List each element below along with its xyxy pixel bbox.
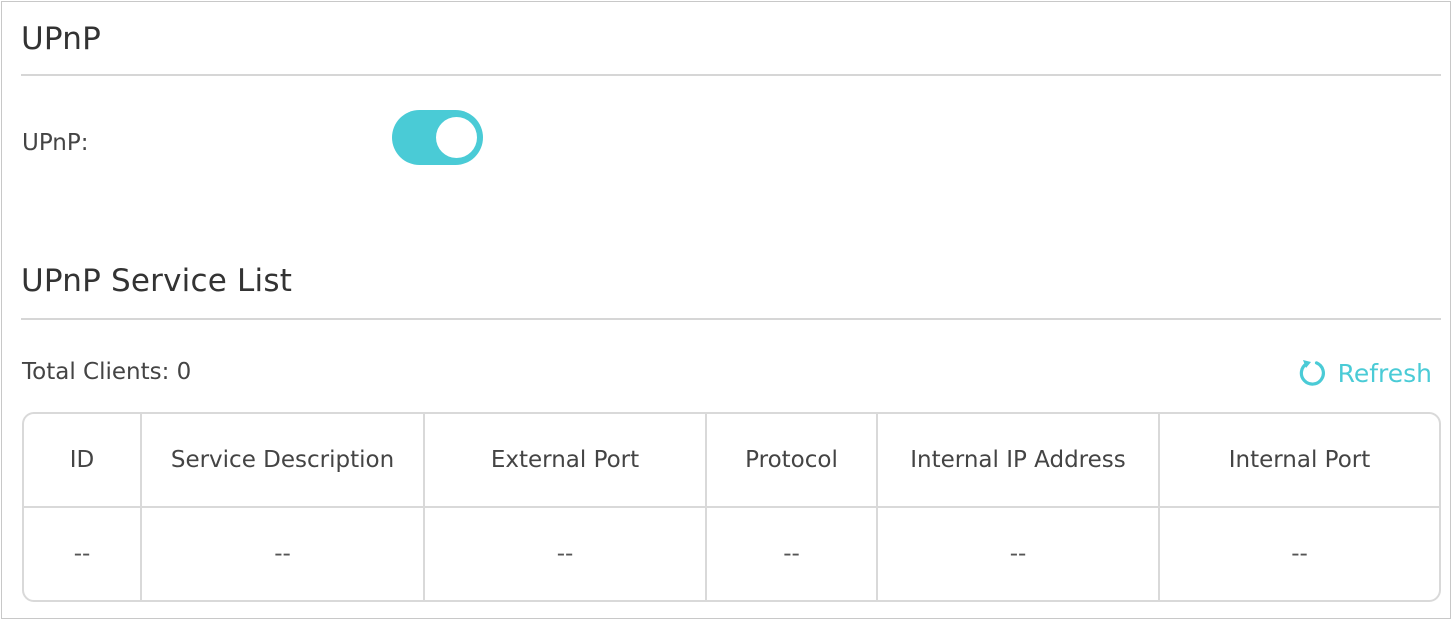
column-header-external-port: External Port: [424, 414, 707, 508]
table-cell-protocol: --: [706, 507, 878, 600]
table-cell-id: --: [24, 507, 142, 600]
total-clients: Total Clients: 0: [22, 359, 192, 385]
column-header-service-description: Service Description: [141, 414, 425, 508]
refresh-button[interactable]: Refresh: [1296, 357, 1432, 389]
service-table-container: ID Service Description External Port Pro…: [22, 412, 1441, 602]
upnp-section-title: UPnP: [21, 21, 101, 57]
refresh-icon: [1299, 360, 1325, 386]
table-cell-service-description: --: [141, 507, 425, 600]
table-cell-external-port: --: [424, 507, 707, 600]
service-list-title: UPnP Service List: [21, 263, 293, 299]
table-header-row: ID Service Description External Port Pro…: [24, 414, 1439, 508]
table-cell-internal-ip-address: --: [877, 507, 1160, 600]
upnp-panel: UPnP UPnP: UPnP Service List Total Clien…: [1, 1, 1451, 619]
table-row: -- -- -- -- -- --: [24, 507, 1439, 600]
upnp-toggle-knob: [436, 117, 477, 158]
column-header-internal-port: Internal Port: [1159, 414, 1439, 508]
upnp-toggle[interactable]: [392, 110, 483, 165]
service-table: ID Service Description External Port Pro…: [24, 414, 1439, 600]
column-header-internal-ip-address: Internal IP Address: [877, 414, 1160, 508]
service-list-divider: [21, 318, 1441, 320]
table-cell-internal-port: --: [1291, 541, 1308, 567]
upnp-label: UPnP:: [22, 130, 89, 156]
refresh-label: Refresh: [1337, 358, 1432, 388]
column-header-protocol: Protocol: [706, 414, 878, 508]
column-header-id: ID: [24, 414, 142, 508]
upnp-section-divider: [21, 74, 1441, 76]
